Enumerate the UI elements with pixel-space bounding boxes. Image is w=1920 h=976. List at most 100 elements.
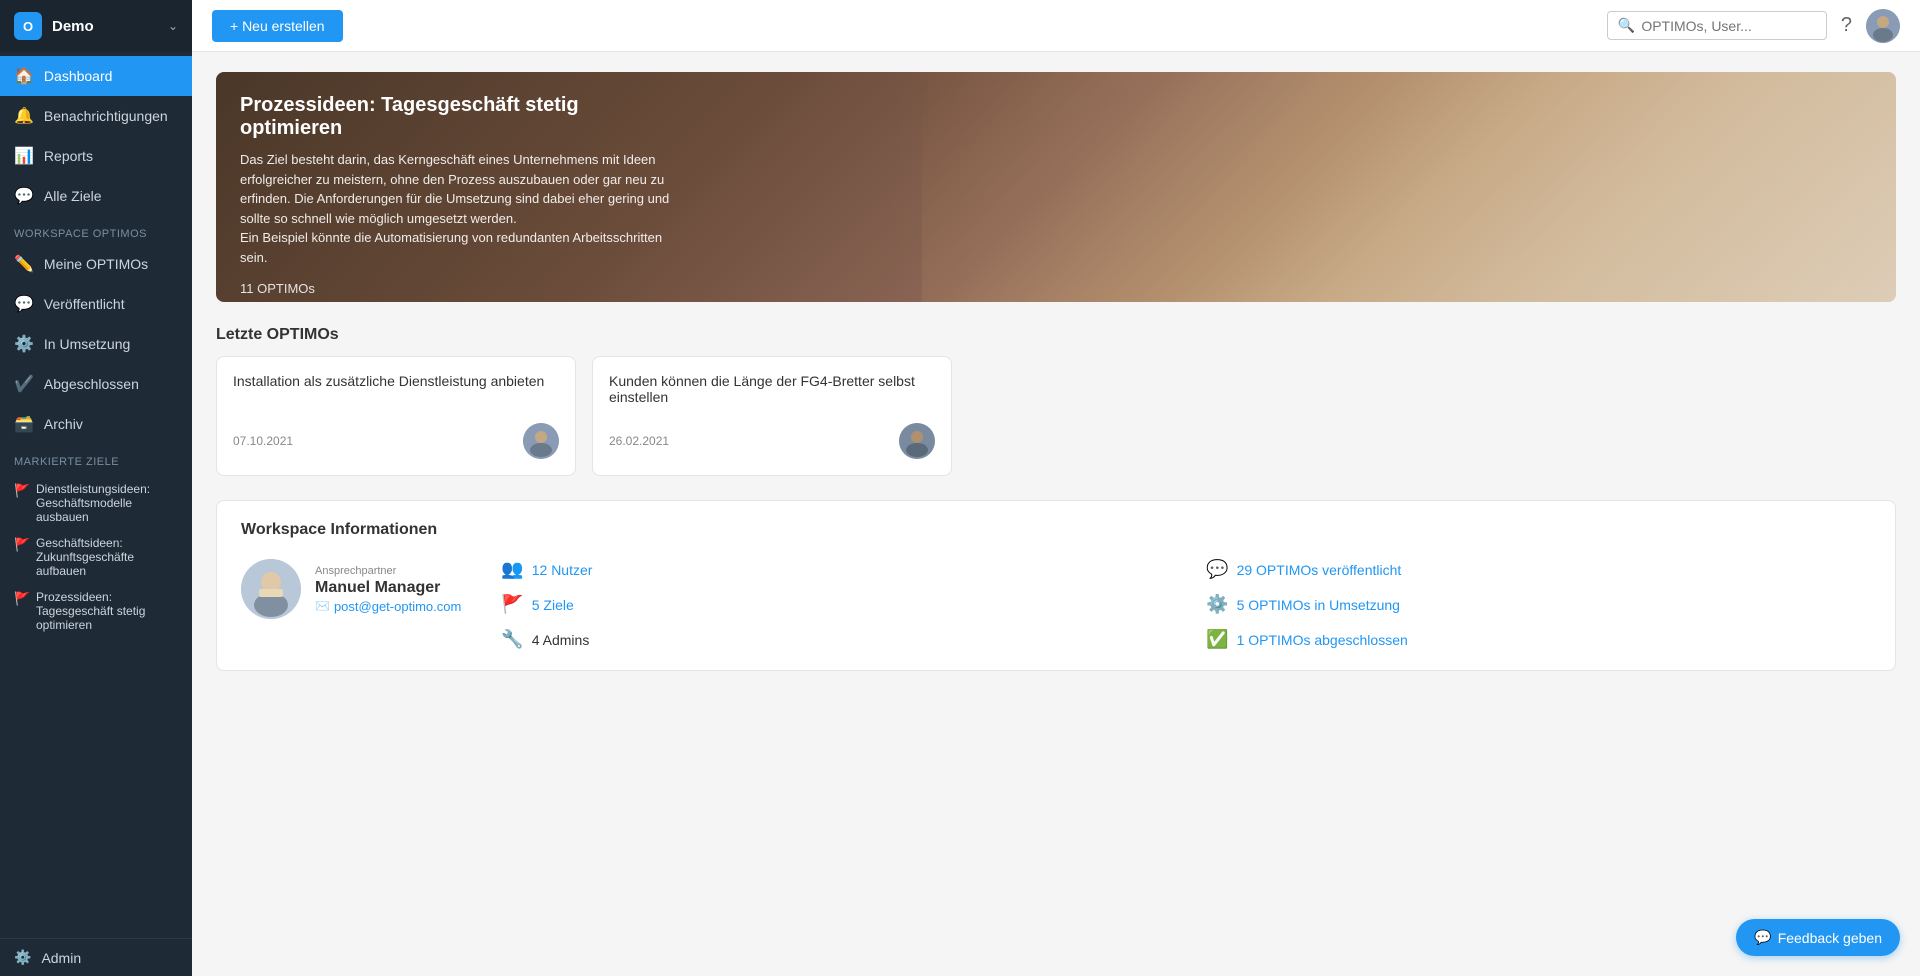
hero-count: 11 OPTIMOs bbox=[240, 281, 672, 296]
feedback-icon: 💬 bbox=[1754, 929, 1771, 946]
workspace-section-label: Workspace OPTIMOs bbox=[0, 216, 192, 244]
card-footer: 07.10.2021 bbox=[233, 423, 559, 459]
recent-card-1[interactable]: Installation als zusätzliche Dienstleist… bbox=[216, 356, 576, 476]
goals-icon: 💬 bbox=[14, 186, 34, 206]
help-icon[interactable]: ? bbox=[1841, 14, 1852, 37]
sidebar-item-label: Veröffentlicht bbox=[44, 296, 125, 312]
stat-in-umsetzung: ⚙️ 5 OPTIMOs in Umsetzung bbox=[1206, 594, 1871, 615]
chat-bubble-icon: 💬 bbox=[1206, 559, 1228, 580]
search-input[interactable] bbox=[1641, 18, 1816, 34]
feedback-button[interactable]: 💬 Feedback geben bbox=[1736, 919, 1900, 956]
stats-column-2: 💬 29 OPTIMOs veröffentlicht ⚙️ 5 OPTIMOs… bbox=[1206, 559, 1871, 650]
sidebar-item-label: Abgeschlossen bbox=[44, 376, 139, 392]
sidebar-item-dashboard[interactable]: 🏠 Dashboard bbox=[0, 56, 192, 96]
sidebar-item-abgeschlossen[interactable]: ✔️ Abgeschlossen bbox=[0, 364, 192, 404]
sidebar-item-label: Meine OPTIMOs bbox=[44, 256, 148, 272]
bookmark-icon: 🚩 bbox=[14, 591, 28, 607]
contact-info: Ansprechpartner Manuel Manager ✉️ post@g… bbox=[315, 565, 461, 614]
admin-nav-item[interactable]: ⚙️ Admin bbox=[0, 938, 192, 976]
ziele-link[interactable]: 5 Ziele bbox=[532, 597, 574, 613]
nutzer-link[interactable]: 12 Nutzer bbox=[532, 562, 593, 578]
stat-nutzer: 👥 12 Nutzer bbox=[501, 559, 1166, 580]
admin-gear-icon: ⚙️ bbox=[14, 949, 31, 966]
search-box[interactable]: 🔍 bbox=[1607, 11, 1827, 40]
chat-icon: 💬 bbox=[14, 294, 34, 314]
settings-icon: ⚙️ bbox=[1206, 594, 1228, 615]
bell-icon: 🔔 bbox=[14, 106, 34, 126]
stat-ziele: 🚩 5 Ziele bbox=[501, 594, 1166, 615]
sidebar: O Demo ⌄ 🏠 Dashboard 🔔 Benachrichtigunge… bbox=[0, 0, 192, 976]
bookmarks-list: 🚩 Dienstleistungsideen: Geschäftsmodelle… bbox=[0, 472, 192, 642]
user-avatar[interactable] bbox=[1866, 9, 1900, 43]
stat-admins: 🔧 4 Admins bbox=[501, 629, 1166, 650]
hero-banner[interactable]: Prozessideen: Tagesgeschäft stetig optim… bbox=[216, 72, 1896, 302]
topbar: + Neu erstellen 🔍 ? bbox=[192, 0, 1920, 52]
sidebar-item-benachrichtigungen[interactable]: 🔔 Benachrichtigungen bbox=[0, 96, 192, 136]
recent-card-2[interactable]: Kunden können die Länge der FG4-Bretter … bbox=[592, 356, 952, 476]
sidebar-item-in-umsetzung[interactable]: ⚙️ In Umsetzung bbox=[0, 324, 192, 364]
chevron-icon: ⌄ bbox=[168, 19, 178, 33]
gear-icon: ⚙️ bbox=[14, 334, 34, 354]
new-button[interactable]: + Neu erstellen bbox=[212, 10, 343, 42]
users-icon: 👥 bbox=[501, 559, 523, 580]
email-link[interactable]: post@get-optimo.com bbox=[334, 599, 461, 614]
wrench-icon: 🔧 bbox=[501, 629, 523, 650]
workspace-section-title: Workspace Informationen bbox=[241, 521, 1871, 539]
app-logo: O bbox=[14, 12, 42, 40]
sidebar-item-archiv[interactable]: 🗃️ Archiv bbox=[0, 404, 192, 444]
hero-description: Das Ziel besteht darin, das Kerngeschäft… bbox=[240, 150, 672, 267]
card-date: 26.02.2021 bbox=[609, 434, 669, 448]
topbar-left: + Neu erstellen bbox=[212, 10, 343, 42]
stat-veroeffentlicht: 💬 29 OPTIMOs veröffentlicht bbox=[1206, 559, 1871, 580]
hero-text: Prozessideen: Tagesgeschäft stetig optim… bbox=[216, 72, 696, 302]
bookmark-icon: 🚩 bbox=[14, 483, 28, 499]
sidebar-item-reports[interactable]: 📊 Reports bbox=[0, 136, 192, 176]
sidebar-item-label: Archiv bbox=[44, 416, 83, 432]
sidebar-item-meine-optimos[interactable]: ✏️ Meine OPTIMOs bbox=[0, 244, 192, 284]
hero-title: Prozessideen: Tagesgeschäft stetig optim… bbox=[240, 94, 672, 140]
checkmark-icon: ✅ bbox=[1206, 629, 1228, 650]
bookmark-label: Dienstleistungsideen: Geschäftsmodelle a… bbox=[36, 482, 178, 524]
contact-avatar bbox=[241, 559, 301, 619]
recent-cards-row: Installation als zusätzliche Dienstleist… bbox=[216, 356, 1896, 476]
hero-image-overlay bbox=[888, 72, 1896, 302]
flag-icon: 🚩 bbox=[501, 594, 523, 615]
in-umsetzung-link[interactable]: 5 OPTIMOs in Umsetzung bbox=[1237, 597, 1400, 613]
admin-label: Admin bbox=[41, 950, 81, 966]
workspace-info-section: Workspace Informationen Ansprechpartner bbox=[216, 500, 1896, 671]
card-title: Kunden können die Länge der FG4-Bretter … bbox=[609, 373, 935, 405]
sidebar-item-label: Benachrichtigungen bbox=[44, 108, 168, 124]
check-icon: ✔️ bbox=[14, 374, 34, 394]
contact-email: ✉️ post@get-optimo.com bbox=[315, 599, 461, 614]
sidebar-nav: 🏠 Dashboard 🔔 Benachrichtigungen 📊 Repor… bbox=[0, 52, 192, 938]
chart-icon: 📊 bbox=[14, 146, 34, 166]
sidebar-item-label: Alle Ziele bbox=[44, 188, 102, 204]
edit-icon: ✏️ bbox=[14, 254, 34, 274]
sidebar-item-label: In Umsetzung bbox=[44, 336, 130, 352]
bookmark-item-3[interactable]: 🚩 Prozessideen: Tagesgeschäft stetig opt… bbox=[0, 584, 192, 638]
bookmark-label: Prozessideen: Tagesgeschäft stetig optim… bbox=[36, 590, 178, 632]
home-icon: 🏠 bbox=[14, 66, 34, 86]
hero-bg-decoration bbox=[922, 72, 1896, 302]
abgeschlossen-link[interactable]: 1 OPTIMOs abgeschlossen bbox=[1237, 632, 1408, 648]
bookmark-icon: 🚩 bbox=[14, 537, 28, 553]
archive-icon: 🗃️ bbox=[14, 414, 34, 434]
sidebar-item-veroeffentlicht[interactable]: 💬 Veröffentlicht bbox=[0, 284, 192, 324]
veroeffentlicht-link[interactable]: 29 OPTIMOs veröffentlicht bbox=[1237, 562, 1402, 578]
card-date: 07.10.2021 bbox=[233, 434, 293, 448]
card-avatar bbox=[899, 423, 935, 459]
bookmark-item-2[interactable]: 🚩 Geschäftsideen: Zukunftsgeschäfte aufb… bbox=[0, 530, 192, 584]
topbar-right: 🔍 ? bbox=[1607, 9, 1900, 43]
bookmark-item-1[interactable]: 🚩 Dienstleistungsideen: Geschäftsmodelle… bbox=[0, 476, 192, 530]
recent-section-title: Letzte OPTIMOs bbox=[216, 326, 1896, 344]
main-content: Prozessideen: Tagesgeschäft stetig optim… bbox=[192, 52, 1920, 976]
contact-label: Ansprechpartner bbox=[315, 565, 461, 577]
envelope-icon: ✉️ bbox=[315, 599, 330, 613]
stats-column-1: 👥 12 Nutzer 🚩 5 Ziele 🔧 4 Admins bbox=[501, 559, 1166, 650]
marked-section-label: Markierte Ziele bbox=[0, 444, 192, 472]
main-area: + Neu erstellen 🔍 ? Prozessideen: Tagesg… bbox=[192, 0, 1920, 976]
app-brand: Demo bbox=[52, 18, 168, 35]
sidebar-item-alle-ziele[interactable]: 💬 Alle Ziele bbox=[0, 176, 192, 216]
sidebar-header[interactable]: O Demo ⌄ bbox=[0, 0, 192, 52]
bookmark-label: Geschäftsideen: Zukunftsgeschäfte aufbau… bbox=[36, 536, 178, 578]
